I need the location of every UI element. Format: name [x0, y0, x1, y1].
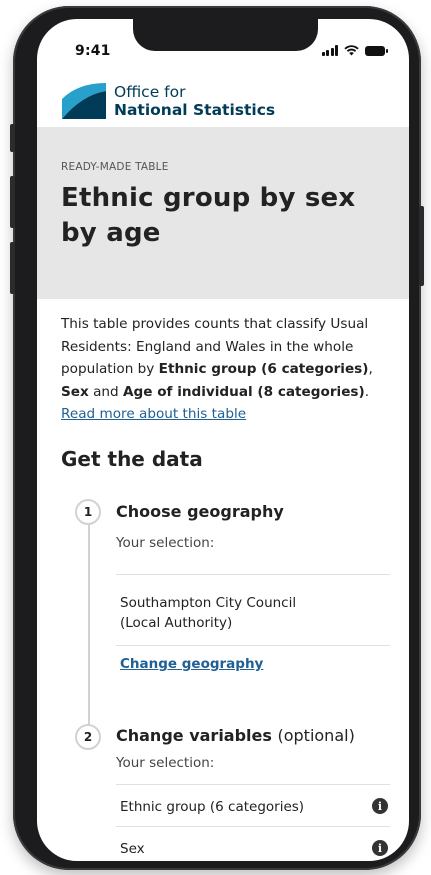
- intro-paragraph: This table provides counts that classify…: [61, 313, 401, 426]
- step-1-selection-label: Your selection:: [116, 535, 215, 551]
- notch: [133, 19, 318, 51]
- change-geography-link[interactable]: Change geography: [120, 656, 263, 672]
- variable-row-sex: Sex: [120, 841, 145, 857]
- get-data-heading: Get the data: [61, 447, 203, 471]
- page-eyebrow: READY-MADE TABLE: [61, 161, 169, 173]
- phone-screen: 9:41 Office for National Statistics READ…: [37, 19, 409, 861]
- page-title: Ethnic group by sex by age: [61, 183, 356, 248]
- info-icon[interactable]: i: [372, 798, 388, 814]
- geography-selection: Southampton City Council (Local Authorit…: [120, 593, 296, 633]
- divider: [116, 645, 390, 646]
- ons-line2: National Statistics: [114, 101, 276, 119]
- step-1-title: Choose geography: [116, 502, 284, 521]
- divider: [116, 826, 390, 827]
- step-2-title: Change variables (optional): [116, 726, 355, 745]
- signal-icon: [321, 45, 338, 56]
- battery-icon: [365, 45, 388, 56]
- wifi-icon: [344, 45, 359, 56]
- step-2-selection-label: Your selection:: [116, 755, 215, 771]
- read-more-link[interactable]: Read more about this table: [61, 406, 246, 422]
- mute-switch: [10, 124, 15, 152]
- ons-line1: Office for: [114, 83, 186, 101]
- status-icons: [321, 45, 388, 56]
- intro-sep2: and: [88, 383, 123, 400]
- status-time: 9:41: [75, 43, 111, 59]
- volume-down-button: [10, 242, 15, 294]
- intro-suffix: .: [364, 383, 370, 400]
- divider: [116, 784, 390, 785]
- volume-up-button: [10, 176, 15, 228]
- power-button: [419, 206, 424, 286]
- geography-name: Southampton City Council: [120, 595, 297, 611]
- intro-var2: Sex: [61, 383, 89, 400]
- intro-sep1: ,: [368, 361, 373, 377]
- step-connector-line: [88, 519, 90, 729]
- ons-logo-icon: [62, 83, 106, 119]
- variable-row-ethnic-group: Ethnic group (6 categories): [120, 799, 305, 815]
- step-2-optional: (optional): [277, 726, 355, 745]
- divider: [116, 574, 390, 575]
- ons-wordmark: Office for National Statistics: [114, 83, 275, 119]
- step-1-number: 1: [75, 499, 101, 525]
- step-2-title-text: Change variables: [116, 726, 272, 745]
- info-icon[interactable]: i: [372, 840, 388, 856]
- page-hero: READY-MADE TABLE Ethnic group by sex by …: [37, 127, 409, 299]
- intro-var3: Age of individual (8 categories): [123, 383, 365, 400]
- geography-type: (Local Authority): [120, 615, 233, 631]
- ons-header-link[interactable]: Office for National Statistics: [62, 83, 275, 119]
- intro-var1: Ethnic group (6 categories): [158, 361, 369, 377]
- step-2-number: 2: [75, 724, 101, 750]
